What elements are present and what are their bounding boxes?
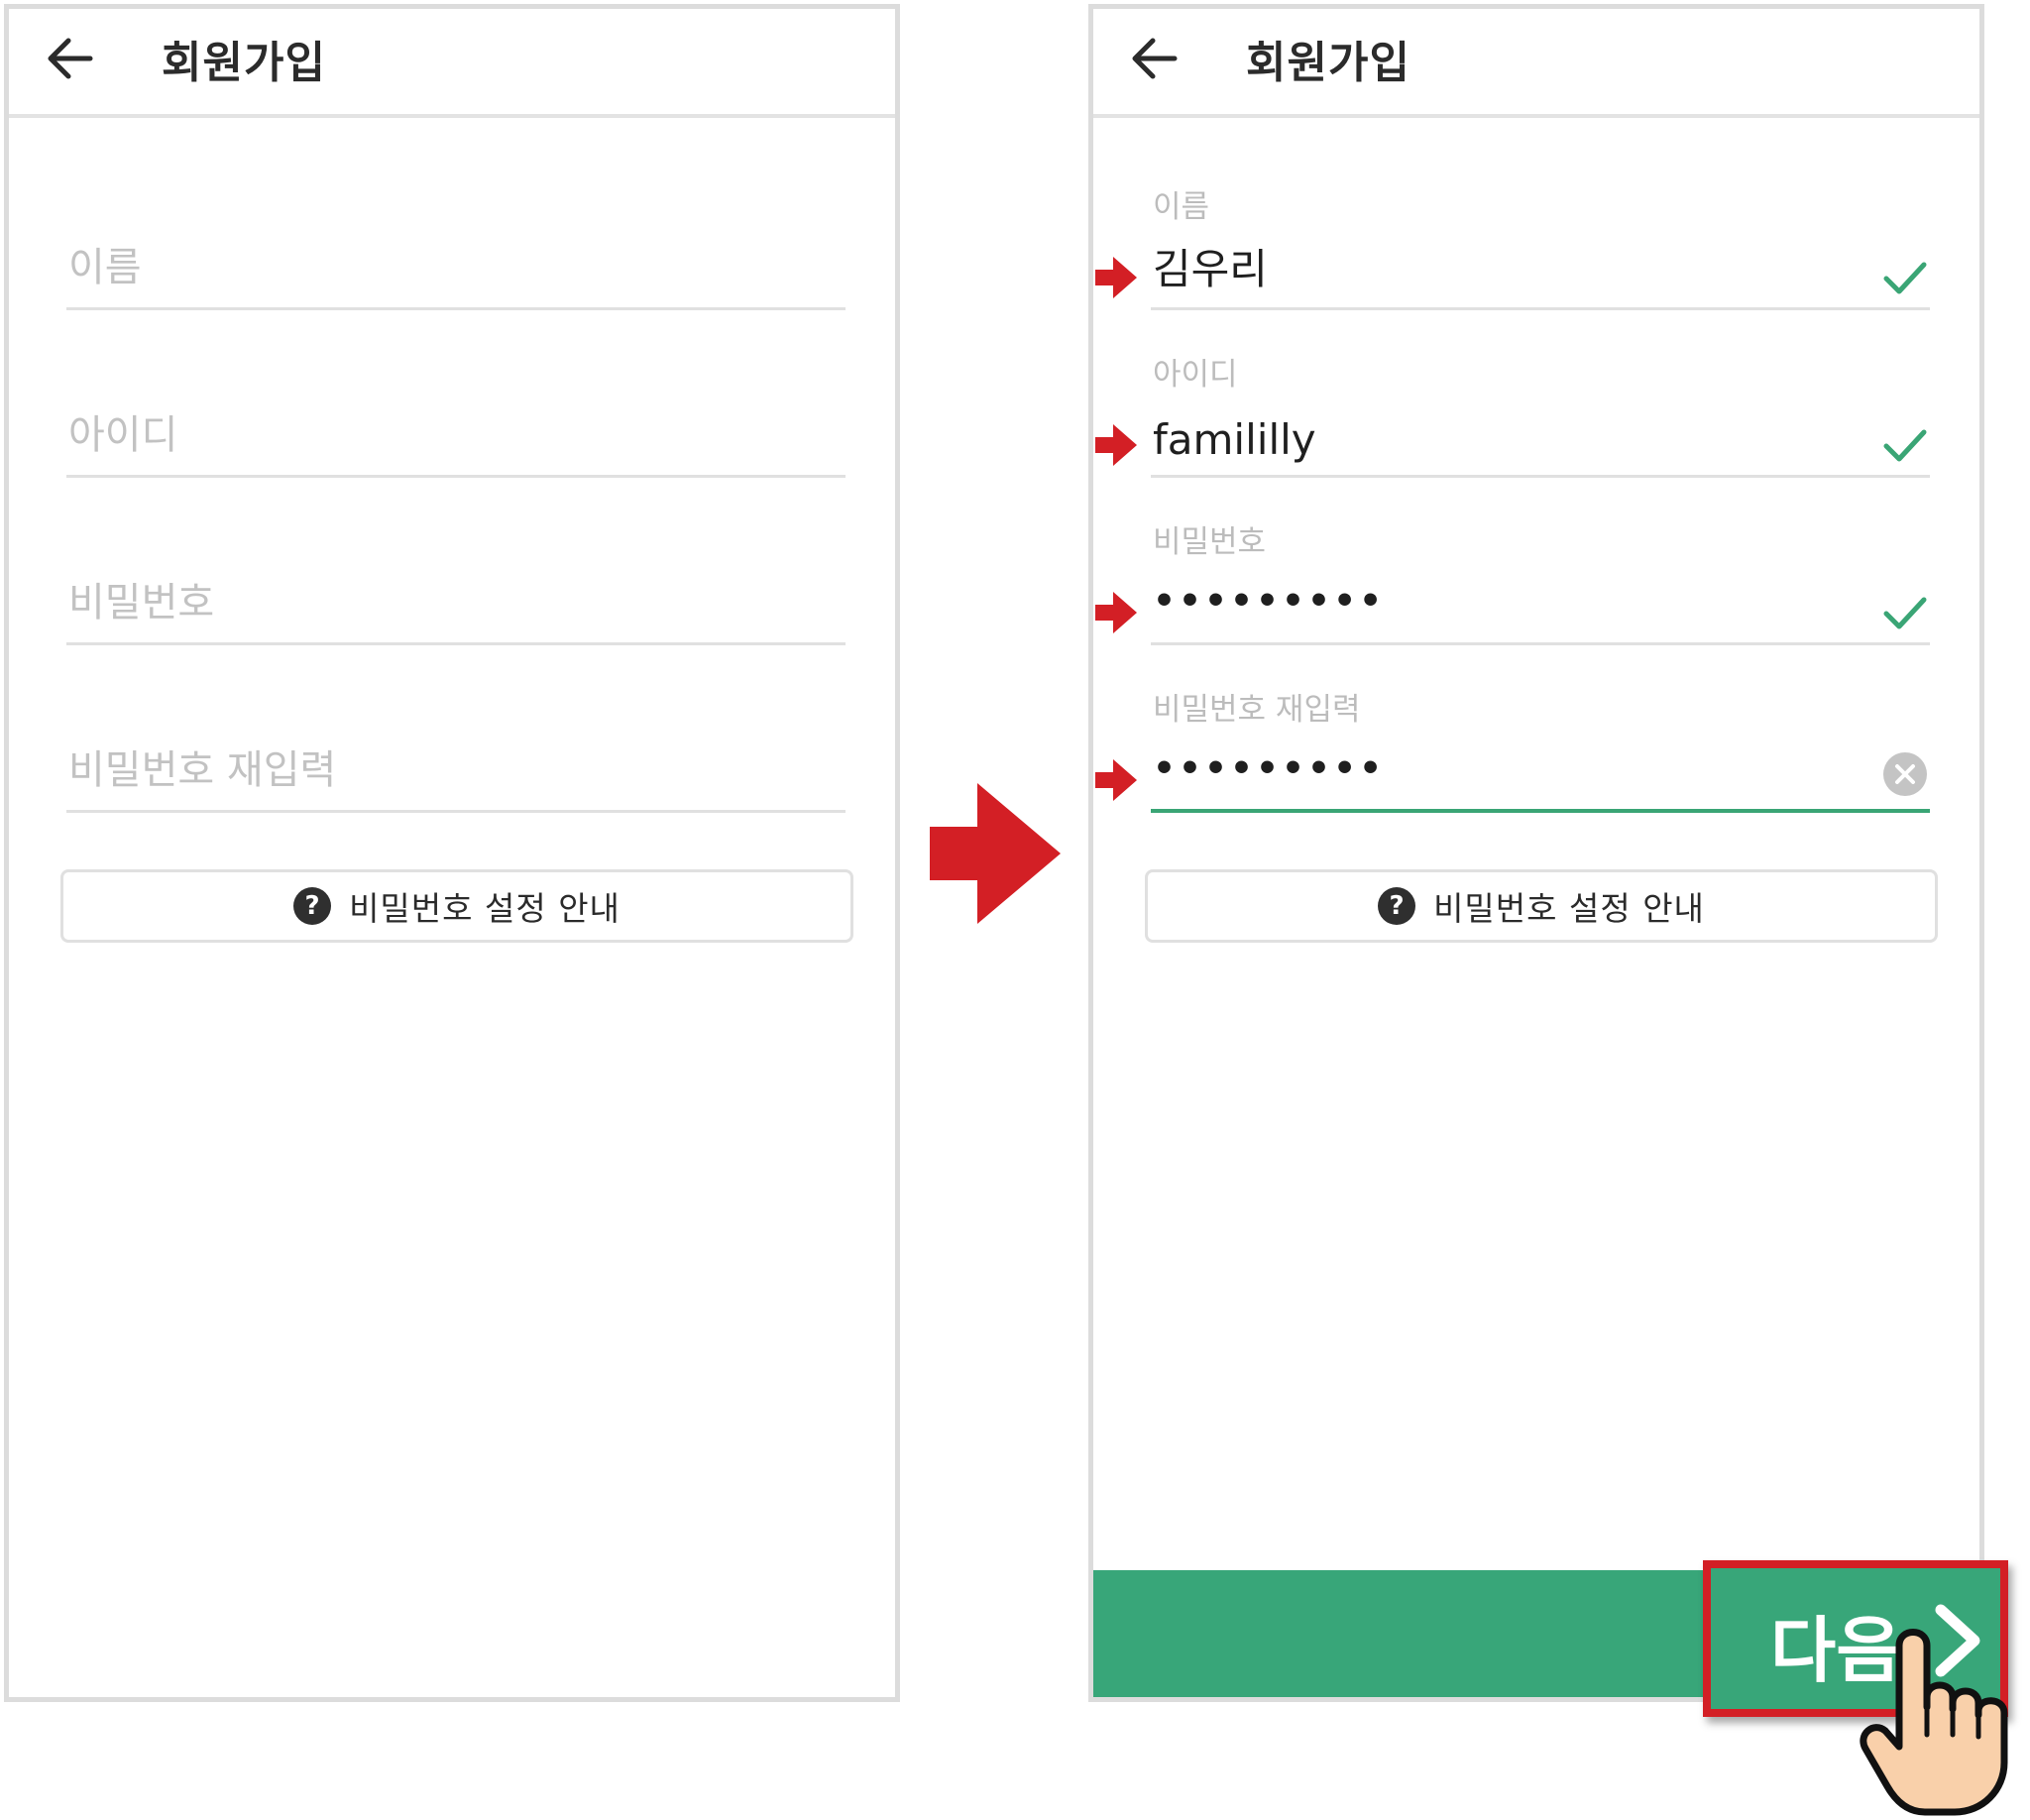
field-underline bbox=[66, 307, 846, 310]
pointing-hand-icon bbox=[1860, 1629, 2008, 1816]
password-guide-label: 비밀번호 설정 안내 bbox=[349, 889, 620, 928]
pointer-arrow-icon bbox=[1095, 257, 1137, 298]
id-value: famililly bbox=[1153, 415, 1316, 464]
back-arrow-icon[interactable] bbox=[1125, 31, 1184, 86]
password-value: ••••••••• bbox=[1153, 581, 1386, 622]
field-underline bbox=[1151, 475, 1930, 478]
id-label: 아이디 bbox=[1153, 357, 1238, 393]
name-field[interactable]: 이름 bbox=[66, 181, 846, 310]
field-underline bbox=[66, 810, 846, 813]
password-guide-button[interactable]: ? 비밀번호 설정 안내 bbox=[60, 869, 853, 943]
app-bar: 회원가입 bbox=[9, 9, 895, 118]
password-label: 비밀번호 bbox=[1153, 524, 1267, 560]
pointer-arrow-icon bbox=[1095, 592, 1137, 633]
id-field[interactable]: 아이디 bbox=[66, 349, 846, 478]
id-field[interactable]: 아이디 famililly bbox=[1095, 349, 1930, 478]
password-confirm-field[interactable]: 비밀번호 재입력 bbox=[66, 684, 846, 813]
password-guide-label: 비밀번호 설정 안내 bbox=[1433, 889, 1705, 928]
question-mark-icon: ? bbox=[1378, 887, 1416, 925]
name-value: 김우리 bbox=[1153, 245, 1268, 293]
pointer-arrow-icon bbox=[1095, 759, 1137, 801]
page-title: 회원가입 bbox=[1246, 38, 1410, 88]
password-placeholder: 비밀번호 bbox=[68, 580, 215, 626]
question-mark-icon: ? bbox=[293, 887, 332, 925]
id-placeholder: 아이디 bbox=[68, 412, 178, 458]
password-confirm-label: 비밀번호 재입력 bbox=[1153, 692, 1361, 728]
check-icon bbox=[1883, 597, 1927, 629]
password-confirm-field[interactable]: 비밀번호 재입력 ••••••••• bbox=[1095, 684, 1930, 813]
back-arrow-icon[interactable] bbox=[41, 31, 100, 86]
password-confirm-value: ••••••••• bbox=[1153, 748, 1386, 789]
password-guide-button[interactable]: ? 비밀번호 설정 안내 bbox=[1145, 869, 1938, 943]
signup-screen-empty: 회원가입 이름 아이디 비밀번호 비밀번호 재입력 ? 비밀번호 설정 안내 bbox=[4, 4, 900, 1702]
clear-icon[interactable] bbox=[1882, 751, 1928, 797]
field-underline bbox=[66, 642, 846, 645]
password-confirm-placeholder: 비밀번호 재입력 bbox=[68, 747, 337, 793]
field-underline-focused bbox=[1151, 809, 1930, 813]
check-icon bbox=[1883, 429, 1927, 462]
password-field[interactable]: 비밀번호 bbox=[66, 516, 846, 645]
page-title: 회원가입 bbox=[162, 38, 326, 88]
field-underline bbox=[66, 475, 846, 478]
signup-screen-filled: 회원가입 이름 김우리 아이디 famililly 비밀번호 ••••••••• bbox=[1088, 4, 1984, 1702]
app-bar: 회원가입 bbox=[1093, 9, 1979, 118]
transition-arrow-icon bbox=[930, 783, 1061, 924]
name-label: 이름 bbox=[1153, 189, 1210, 225]
name-field[interactable]: 이름 김우리 bbox=[1095, 181, 1930, 310]
field-underline bbox=[1151, 307, 1930, 310]
password-field[interactable]: 비밀번호 ••••••••• bbox=[1095, 516, 1930, 645]
name-placeholder: 이름 bbox=[68, 245, 142, 290]
field-underline bbox=[1151, 642, 1930, 645]
pointer-arrow-icon bbox=[1095, 424, 1137, 466]
check-icon bbox=[1883, 262, 1927, 294]
